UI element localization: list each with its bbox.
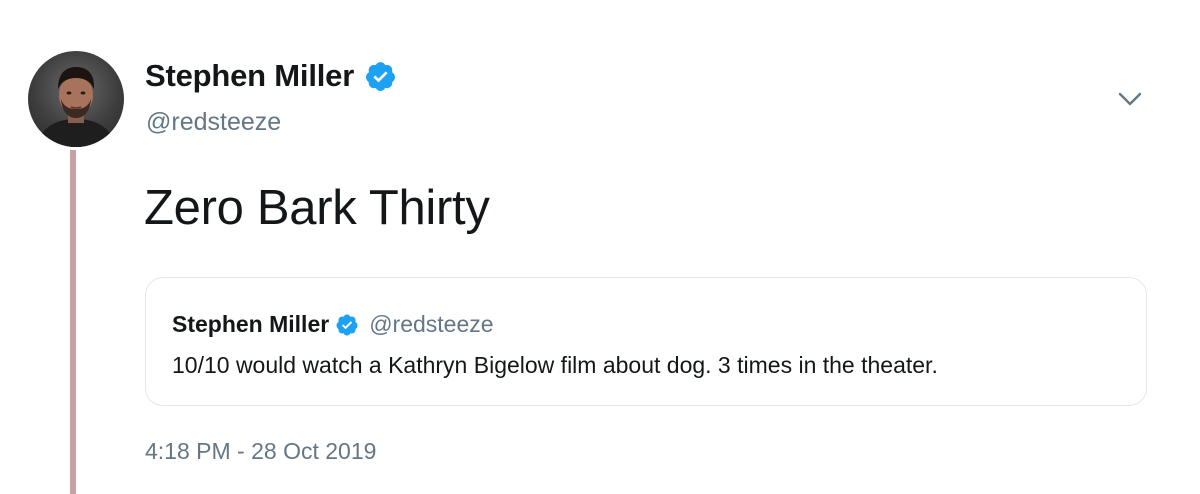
tweet-text: Zero Bark Thirty [144,181,490,235]
author-handle[interactable]: @redsteeze [146,108,281,137]
author-display-name[interactable]: Stephen Miller [145,58,354,94]
quoted-author-display-name: Stephen Miller [172,311,330,337]
quoted-author-handle: @redsteeze [369,311,494,337]
quoted-tweet-header: Stephen Miller @redsteeze [172,311,494,338]
verified-badge-icon [336,314,358,335]
tweet-menu-button[interactable] [1114,86,1146,112]
avatar-photo [36,67,116,147]
quoted-tweet-text: 10/10 would watch a Kathryn Bigelow film… [172,352,938,378]
chevron-down-icon [1118,92,1142,106]
tweet-timestamp[interactable]: 4:18 PM - 28 Oct 2019 [145,438,376,465]
tweet-container: Stephen Miller @redsteeze Zero Bark Thir… [0,0,1200,494]
avatar[interactable] [28,51,124,147]
quoted-tweet-card[interactable]: Stephen Miller @redsteeze 10/10 would wa… [145,277,1147,406]
verified-badge-icon [366,61,396,91]
thread-line [70,150,76,494]
author-name-row[interactable]: Stephen Miller [145,58,397,94]
